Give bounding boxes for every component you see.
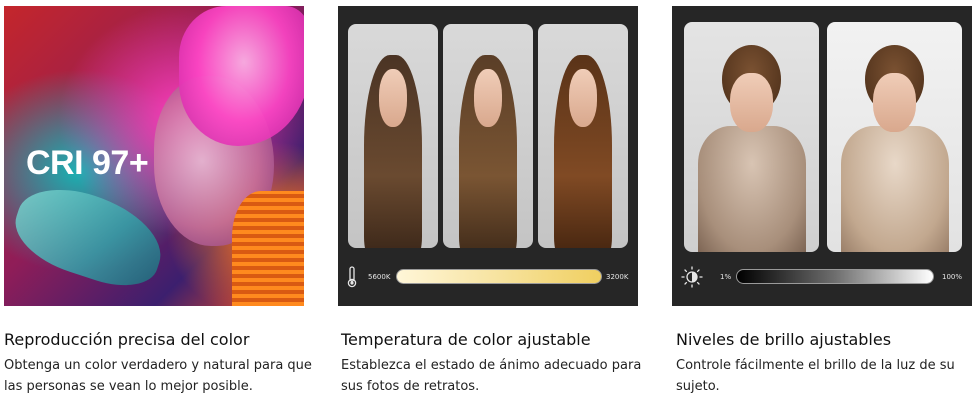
temperature-slider[interactable] bbox=[396, 269, 602, 284]
brightness-slider-row: 1% 100% bbox=[672, 262, 972, 292]
temperature-max-label: 3200K bbox=[606, 273, 629, 281]
card-desc-brightness: Controle fácilmente el brillo de la luz … bbox=[676, 358, 955, 394]
temperature-min-label: 5600K bbox=[368, 273, 391, 281]
portrait-cool-photo bbox=[348, 24, 438, 248]
portrait-bright-photo bbox=[827, 22, 962, 252]
brightness-min-label: 1% bbox=[720, 273, 732, 281]
cri-badge: CRI 97+ bbox=[26, 144, 149, 182]
portrait-hand bbox=[5, 174, 173, 298]
card-title-color-temperature: Temperatura de color ajustable bbox=[341, 330, 591, 349]
thermometer-icon bbox=[347, 266, 357, 288]
card-title-color-accuracy: Reproducción precisa del color bbox=[4, 330, 250, 349]
cri-portrait-image: CRI 97+ bbox=[4, 6, 304, 306]
brightness-max-label: 100% bbox=[942, 273, 963, 281]
card-desc-color-accuracy: Obtenga un color verdadero y natural par… bbox=[4, 358, 312, 394]
temperature-slider-row: 5600K 3200K bbox=[338, 262, 638, 292]
portrait-collar bbox=[232, 191, 304, 306]
portrait-warm-photo bbox=[538, 24, 628, 248]
feature-card-brightness: 1% 100% bbox=[672, 6, 972, 306]
feature-card-color-accuracy: CRI 97+ bbox=[4, 6, 304, 306]
temperature-demo-panel: 5600K 3200K bbox=[338, 6, 638, 306]
portrait-hair bbox=[179, 6, 304, 146]
portrait-neutral-photo bbox=[443, 24, 533, 248]
brightness-demo-panel: 1% 100% bbox=[672, 6, 972, 306]
card-title-brightness: Niveles de brillo ajustables bbox=[676, 330, 892, 349]
brightness-icon bbox=[681, 266, 703, 288]
brightness-slider[interactable] bbox=[736, 269, 934, 284]
card-desc-color-temperature: Establezca el estado de ánimo adecuado p… bbox=[341, 358, 642, 394]
feature-card-color-temperature: 5600K 3200K bbox=[338, 6, 638, 306]
portrait-dim-photo bbox=[684, 22, 819, 252]
